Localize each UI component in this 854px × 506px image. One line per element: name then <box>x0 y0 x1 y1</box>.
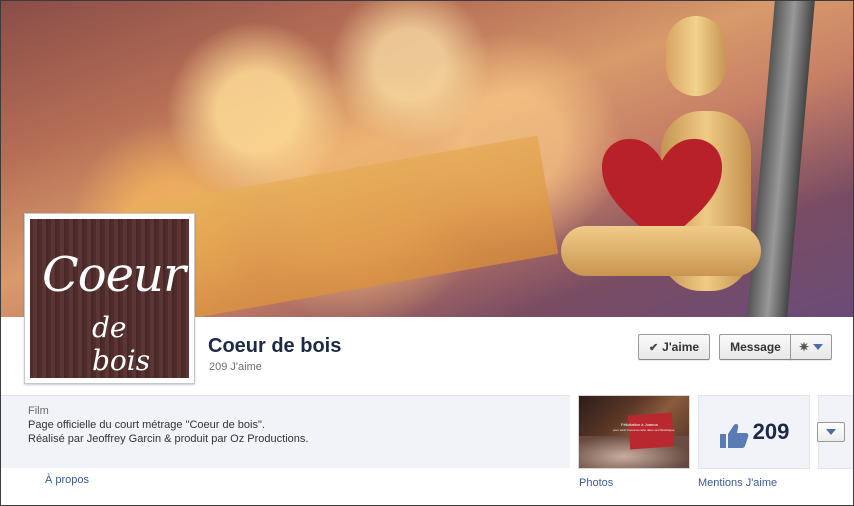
about-link[interactable]: À propos <box>45 474 89 486</box>
logo-text-line2: de bois <box>92 311 151 377</box>
about-description-line1: Page officielle du court métrage "Coeur … <box>28 419 265 431</box>
page-category: Film <box>28 405 49 417</box>
page-title[interactable]: Coeur de bois <box>208 335 341 358</box>
about-section: Film Page officielle du court métrage "C… <box>1 395 570 468</box>
about-description-line2: Réalisé par Jeoffrey Garcin & produit pa… <box>28 433 309 445</box>
photos-app-label[interactable]: Photos <box>579 477 613 489</box>
like-button[interactable]: ✔ J'aime <box>638 334 710 360</box>
facebook-page-timeline: Coeur de bois Coeur de bois 209 J'aime ✔… <box>0 0 854 506</box>
cover-stand-shape <box>747 1 815 317</box>
likes-app-tile[interactable]: 209 <box>698 395 810 469</box>
message-button-label: Message <box>730 340 781 354</box>
message-button[interactable]: Message <box>719 334 791 360</box>
page-like-count: 209 J'aime <box>209 361 262 373</box>
likes-app-label[interactable]: Mentions J'aime <box>698 477 777 489</box>
photos-app-tile[interactable]: Félicitation à Joanna pour avoir trouvé … <box>578 395 690 469</box>
photo-caption-line2: pour avoir trouvé la carte dans sa bibli… <box>613 428 675 432</box>
gear-icon: ✷ <box>798 340 810 354</box>
dropdown-arrow-icon <box>813 344 824 350</box>
more-apps-button[interactable] <box>817 422 845 442</box>
cover-mannequin-arm <box>561 226 761 276</box>
photo-caption-line1: Félicitation à Joanna <box>621 422 658 427</box>
settings-dropdown-button[interactable]: ✷ <box>790 334 832 360</box>
logo-text-line1: Coeur <box>42 247 186 303</box>
check-icon: ✔ <box>648 341 659 354</box>
profile-logo: Coeur de bois <box>30 219 189 378</box>
cover-mannequin-head <box>666 16 726 96</box>
dropdown-arrow-icon <box>826 429 836 435</box>
profile-picture[interactable]: Coeur de bois <box>24 213 195 384</box>
likes-count: 209 <box>752 419 790 444</box>
thumbs-up-icon <box>719 424 749 448</box>
like-button-label: J'aime <box>662 340 700 354</box>
